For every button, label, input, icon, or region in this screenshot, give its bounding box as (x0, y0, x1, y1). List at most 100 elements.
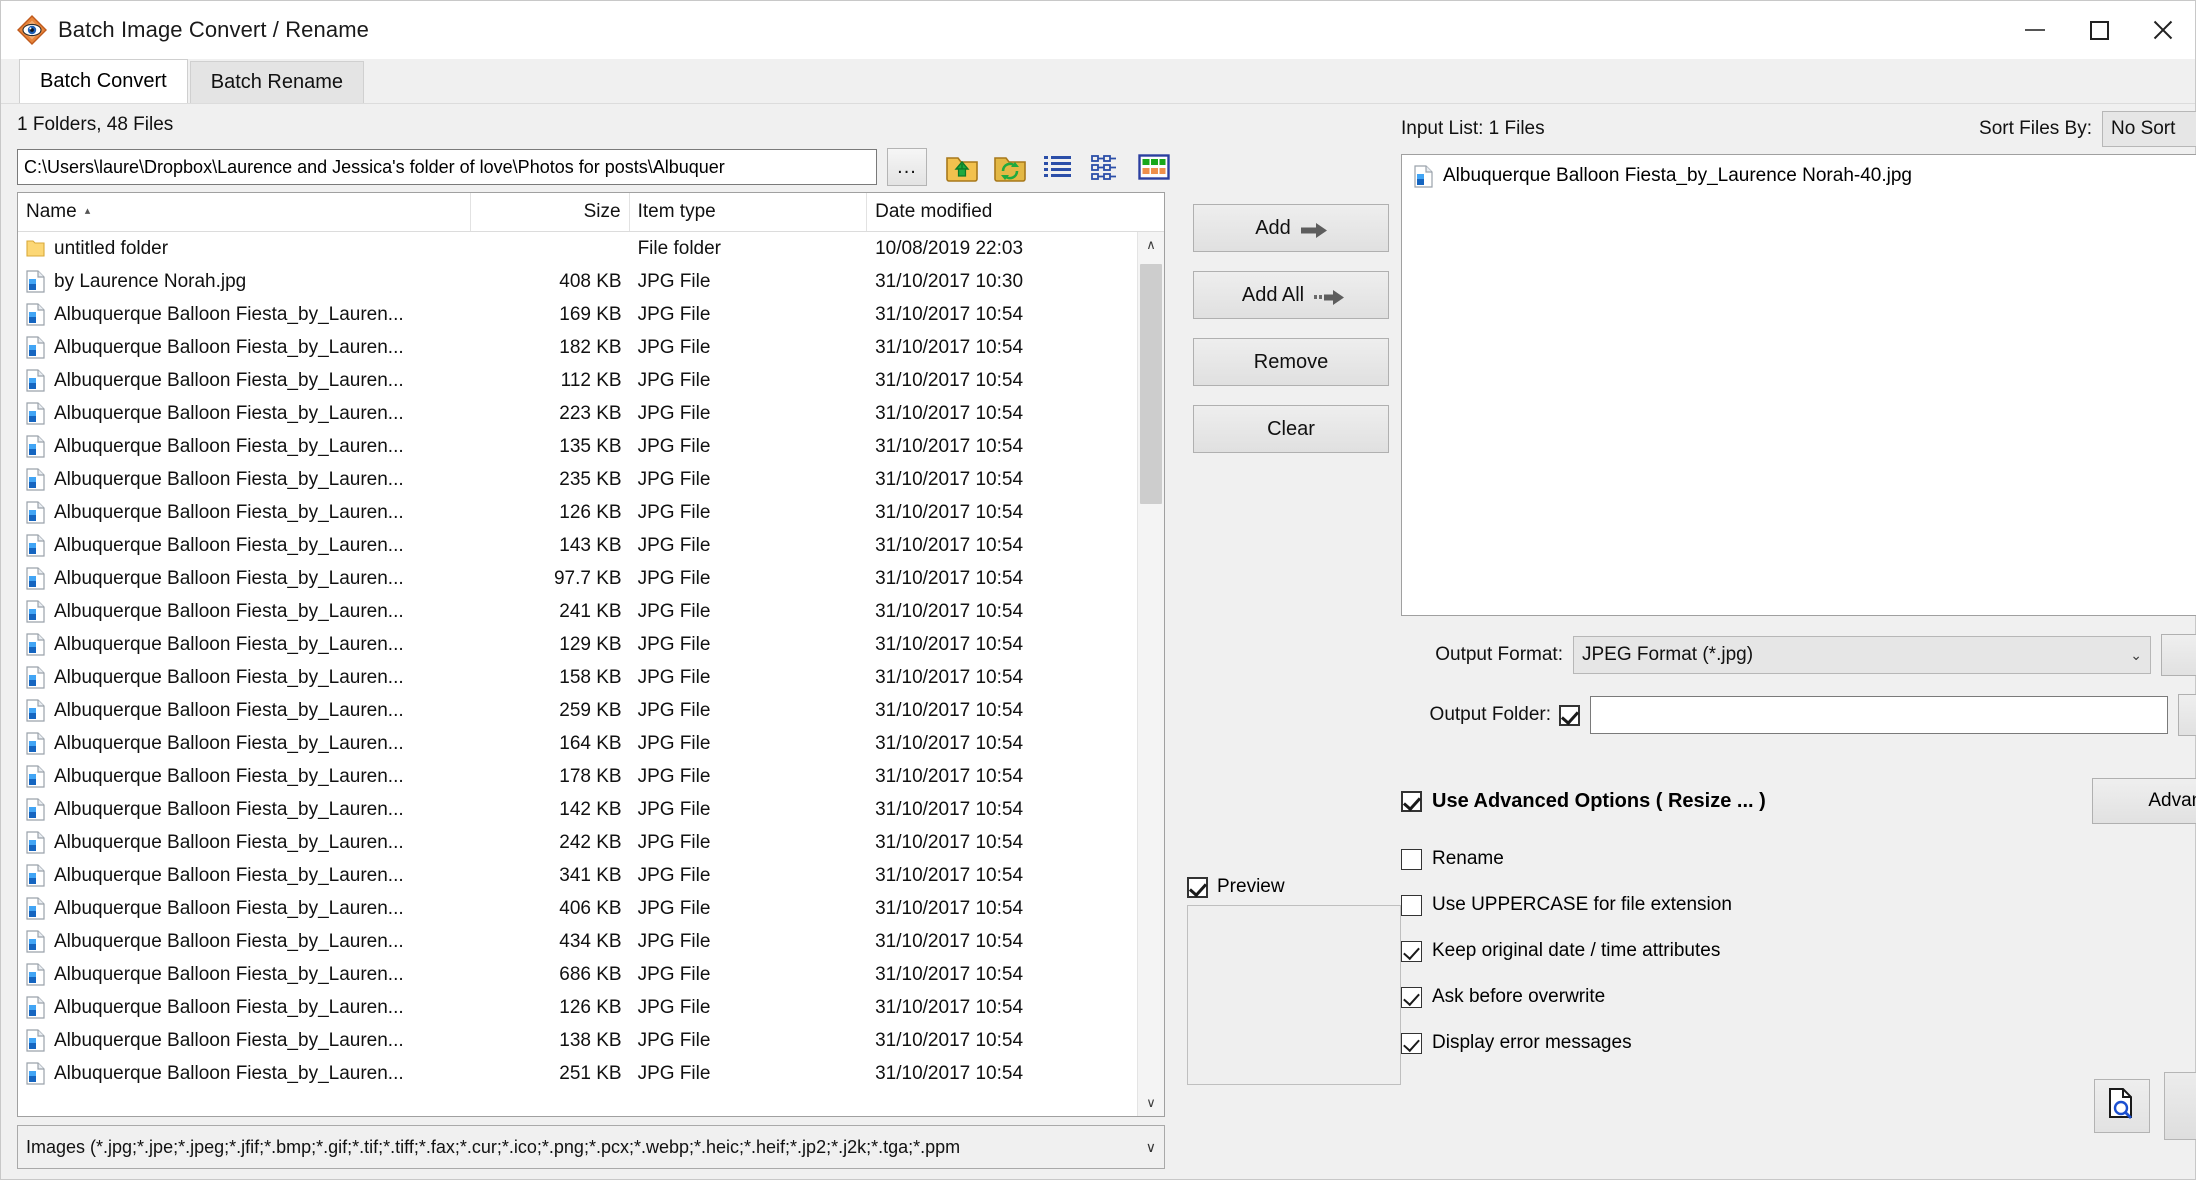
cell-item-type: JPG File (630, 568, 868, 590)
cell-item-type: JPG File (630, 799, 868, 821)
table-row[interactable]: Albuquerque Balloon Fiesta_by_Lauren...1… (18, 628, 1164, 661)
table-row[interactable]: Albuquerque Balloon Fiesta_by_Lauren...2… (18, 826, 1164, 859)
jpg-file-icon (26, 732, 45, 755)
preview-document-button[interactable] (2094, 1079, 2150, 1133)
table-row[interactable]: Albuquerque Balloon Fiesta_by_Lauren...3… (18, 859, 1164, 892)
add-button[interactable]: Add (1193, 204, 1389, 252)
output-folder-input[interactable] (1590, 696, 2168, 734)
settings-button[interactable]: Settings (2161, 634, 2196, 676)
jpg-file-icon (26, 435, 45, 458)
table-row[interactable]: Albuquerque Balloon Fiesta_by_Lauren...1… (18, 991, 1164, 1024)
cell-size: 138 KB (471, 1030, 629, 1052)
list-view-icon[interactable] (1041, 151, 1075, 183)
maximize-icon (2090, 21, 2109, 40)
table-row[interactable]: Albuquerque Balloon Fiesta_by_Lauren...1… (18, 430, 1164, 463)
table-row[interactable]: untitled folderFile folder10/08/2019 22:… (18, 232, 1164, 265)
file-type-filter-value: Images (*.jpg;*.jpe;*.jpeg;*.jfif;*.bmp;… (26, 1137, 960, 1158)
jpg-file-icon (26, 1029, 45, 1052)
column-header-size[interactable]: Size (471, 193, 629, 231)
preview-checkbox[interactable] (1187, 877, 1208, 898)
cell-name: Albuquerque Balloon Fiesta_by_Lauren... (18, 831, 471, 854)
add-all-button[interactable]: Add All (1193, 271, 1389, 319)
table-row[interactable]: Albuquerque Balloon Fiesta_by_Lauren...6… (18, 958, 1164, 991)
sort-files-by-select[interactable]: No Sort ⌄ (2102, 111, 2196, 147)
option-rename[interactable]: Rename (1401, 848, 2196, 870)
table-row[interactable]: Albuquerque Balloon Fiesta_by_Lauren...2… (18, 397, 1164, 430)
transfer-button-panel: Add Add All Remove (1181, 104, 1401, 1179)
maximize-button[interactable] (2067, 1, 2131, 59)
table-row[interactable]: Albuquerque Balloon Fiesta_by_Lauren...2… (18, 595, 1164, 628)
list-item[interactable]: Albuquerque Balloon Fiesta_by_Laurence N… (1406, 161, 2196, 191)
column-header-name[interactable]: Name ▴ (18, 193, 471, 231)
display-errors-checkbox[interactable] (1401, 1033, 1422, 1054)
folder-path-input[interactable] (17, 149, 877, 185)
uppercase-extension-checkbox[interactable] (1401, 895, 1422, 916)
file-name-label: Albuquerque Balloon Fiesta_by_Lauren... (54, 898, 404, 920)
table-row[interactable]: Albuquerque Balloon Fiesta_by_Lauren...2… (18, 694, 1164, 727)
column-header-item-type[interactable]: Item type (630, 193, 868, 231)
table-row[interactable]: Albuquerque Balloon Fiesta_by_Lauren...1… (18, 760, 1164, 793)
table-row[interactable]: Albuquerque Balloon Fiesta_by_Lauren...9… (18, 562, 1164, 595)
remove-button[interactable]: Remove (1193, 338, 1389, 386)
cell-name: Albuquerque Balloon Fiesta_by_Lauren... (18, 765, 471, 788)
table-row[interactable]: Albuquerque Balloon Fiesta_by_Lauren...4… (18, 892, 1164, 925)
option-keep-date[interactable]: Keep original date / time attributes (1401, 940, 2196, 962)
minimize-button[interactable] (2003, 1, 2067, 59)
table-row[interactable]: Albuquerque Balloon Fiesta_by_Lauren...1… (18, 331, 1164, 364)
rename-label: Rename (1432, 848, 1504, 870)
browse-button[interactable]: Browse (2178, 694, 2196, 736)
output-folder-label: Output Folder: (1401, 704, 1551, 726)
scroll-down-button[interactable]: ∨ (1138, 1090, 1164, 1116)
option-display-errors[interactable]: Display error messages (1401, 1032, 2196, 1054)
table-row[interactable]: Albuquerque Balloon Fiesta_by_Lauren...2… (18, 1057, 1164, 1090)
input-file-list[interactable]: Albuquerque Balloon Fiesta_by_Laurence N… (1401, 154, 2196, 616)
close-button[interactable] (2131, 1, 2195, 59)
output-format-value: JPEG Format (*.jpg) (1582, 644, 1753, 666)
table-row[interactable]: Albuquerque Balloon Fiesta_by_Lauren...4… (18, 925, 1164, 958)
thumbnail-view-icon[interactable] (1137, 151, 1171, 183)
cell-date-modified: 31/10/2017 10:30 (867, 271, 1164, 293)
cell-size: 686 KB (471, 964, 629, 986)
convert-button[interactable]: Convert (2164, 1072, 2196, 1140)
file-type-filter[interactable]: Images (*.jpg;*.jpe;*.jpeg;*.jfif;*.bmp;… (17, 1125, 1165, 1169)
batch-convert-window: Batch Image Convert / Rename Batch Conve… (0, 0, 2196, 1180)
jpg-file-icon (26, 600, 45, 623)
scroll-up-button[interactable]: ∧ (1138, 232, 1164, 258)
ask-overwrite-checkbox[interactable] (1401, 987, 1422, 1008)
folder-up-icon[interactable] (945, 151, 979, 183)
jpg-file-icon (26, 534, 45, 557)
table-row[interactable]: Albuquerque Balloon Fiesta_by_Lauren...1… (18, 727, 1164, 760)
table-row[interactable]: Albuquerque Balloon Fiesta_by_Lauren...1… (18, 496, 1164, 529)
tab-strip: Batch Convert Batch Rename (1, 59, 2195, 103)
option-uppercase-extension[interactable]: Use UPPERCASE for file extension (1401, 894, 2196, 916)
table-row[interactable]: Albuquerque Balloon Fiesta_by_Lauren...1… (18, 1024, 1164, 1057)
use-advanced-options-checkbox[interactable] (1401, 791, 1422, 812)
cell-date-modified: 31/10/2017 10:54 (867, 700, 1164, 722)
table-row[interactable]: Albuquerque Balloon Fiesta_by_Lauren...1… (18, 793, 1164, 826)
keep-date-checkbox[interactable] (1401, 941, 1422, 962)
output-format-select[interactable]: JPEG Format (*.jpg) ⌄ (1573, 636, 2151, 674)
jpg-file-icon (26, 699, 45, 722)
option-ask-overwrite[interactable]: Ask before overwrite (1401, 986, 2196, 1008)
output-folder-checkbox[interactable] (1559, 705, 1580, 726)
advanced-options-button[interactable]: Advanced Options (2092, 778, 2196, 824)
table-row[interactable]: Albuquerque Balloon Fiesta_by_Lauren...1… (18, 364, 1164, 397)
file-list-scrollbar[interactable]: ∧ ∨ (1137, 232, 1164, 1116)
tab-batch-rename[interactable]: Batch Rename (190, 61, 364, 103)
preview-toggle-row[interactable]: Preview (1187, 872, 1403, 902)
cell-size: 251 KB (471, 1063, 629, 1085)
column-header-date-modified[interactable]: Date modified (867, 193, 1164, 231)
table-row[interactable]: Albuquerque Balloon Fiesta_by_Lauren...1… (18, 298, 1164, 331)
table-row[interactable]: Albuquerque Balloon Fiesta_by_Lauren...2… (18, 463, 1164, 496)
table-row[interactable]: Albuquerque Balloon Fiesta_by_Lauren...1… (18, 529, 1164, 562)
tree-view-icon[interactable] (1089, 151, 1123, 183)
clear-button[interactable]: Clear (1193, 405, 1389, 453)
folder-refresh-icon[interactable] (993, 151, 1027, 183)
table-row[interactable]: by Laurence Norah.jpg408 KBJPG File31/10… (18, 265, 1164, 298)
table-row[interactable]: Albuquerque Balloon Fiesta_by_Lauren...1… (18, 661, 1164, 694)
scrollbar-thumb[interactable] (1140, 264, 1162, 504)
rename-checkbox[interactable] (1401, 849, 1422, 870)
scrollbar-track[interactable] (1138, 258, 1164, 1090)
browse-folder-button[interactable]: ... (887, 148, 927, 186)
tab-batch-convert[interactable]: Batch Convert (19, 59, 188, 103)
